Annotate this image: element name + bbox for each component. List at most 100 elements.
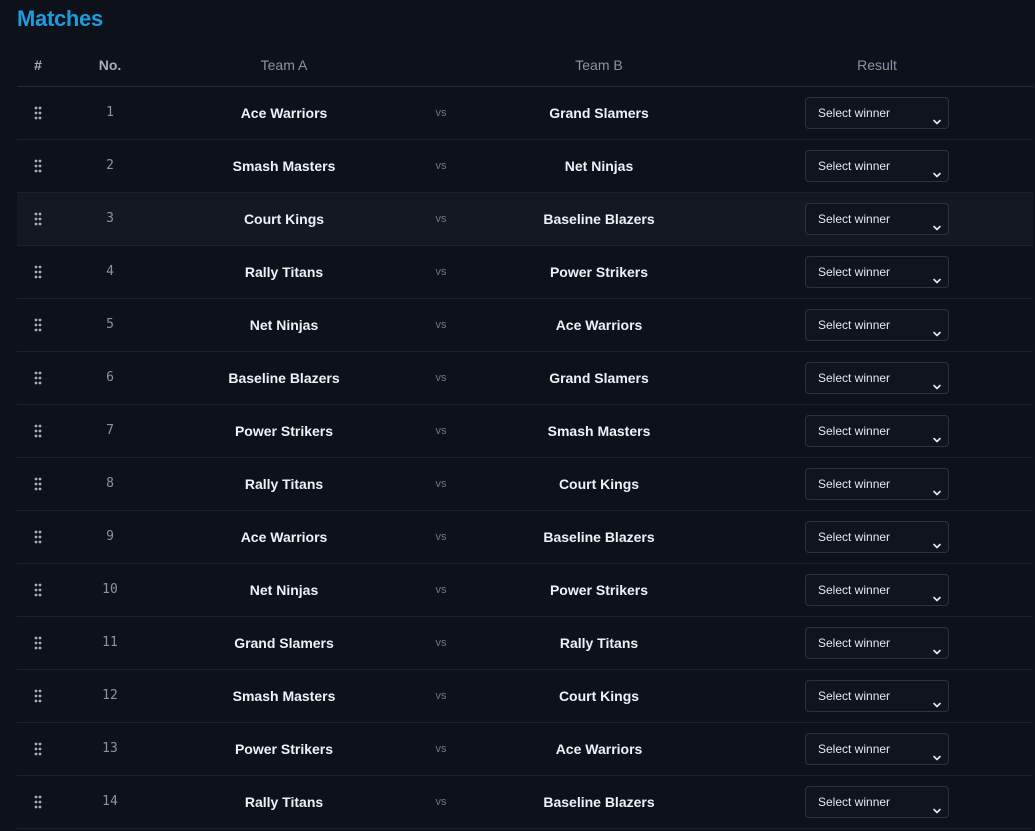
vs-label: vs — [435, 637, 447, 649]
team-a-name: Smash Masters — [232, 158, 336, 174]
drag-handle-icon[interactable] — [17, 617, 59, 669]
vs-label: vs — [435, 372, 447, 384]
drag-handle-icon[interactable] — [17, 87, 59, 139]
vs-label: vs — [435, 478, 447, 490]
table-row: 7 Power Strikers vs Smash Masters Select win… — [17, 405, 1033, 458]
team-a-name: Grand Slamers — [234, 635, 334, 651]
winner-select[interactable]: Select winner — [805, 97, 949, 129]
team-b-name: Net Ninjas — [564, 158, 634, 174]
table-row: 4 Rally Titans vs Power Strikers Select winn… — [17, 246, 1033, 299]
winner-select[interactable]: Select winner — [805, 150, 949, 182]
match-number: 8 — [106, 476, 114, 491]
team-b-name: Baseline Blazers — [543, 529, 655, 545]
winner-select[interactable]: Select winner — [805, 415, 949, 447]
drag-handle-icon[interactable] — [17, 405, 59, 457]
chevron-down-icon — [932, 532, 942, 549]
winner-select[interactable]: Select winner — [805, 574, 949, 606]
winner-select[interactable]: Select winner — [805, 521, 949, 553]
winner-select-value: Select winner — [818, 371, 891, 385]
drag-handle-icon[interactable] — [17, 564, 59, 616]
result-cell: Select winner — [805, 511, 949, 563]
winner-select-value: Select winner — [818, 742, 891, 756]
team-b-name: Power Strikers — [549, 264, 649, 280]
result-cell: Select winner — [805, 670, 949, 722]
drag-handle-icon[interactable] — [17, 246, 59, 298]
drag-handle-icon[interactable] — [17, 670, 59, 722]
drag-handle-icon[interactable] — [17, 511, 59, 563]
match-number: 3 — [106, 211, 114, 226]
winner-select[interactable]: Select winner — [805, 468, 949, 500]
winner-select[interactable]: Select winner — [805, 786, 949, 818]
vs-label: vs — [435, 425, 447, 437]
winner-select-value: Select winner — [818, 159, 891, 173]
result-cell: Select winner — [805, 246, 949, 298]
winner-select[interactable]: Select winner — [805, 733, 949, 765]
winner-select[interactable]: Select winner — [805, 309, 949, 341]
winner-select[interactable]: Select winner — [805, 362, 949, 394]
matches-page: Matches # No. Team A Team B Result 1 Ace … — [0, 0, 1035, 831]
chevron-down-icon — [932, 479, 942, 496]
chevron-down-icon — [932, 744, 942, 761]
result-cell: Select winner — [805, 564, 949, 616]
match-number: 14 — [102, 794, 118, 809]
chevron-down-icon — [932, 638, 942, 655]
winner-select-value: Select winner — [818, 106, 891, 120]
result-cell: Select winner — [805, 617, 949, 669]
team-b-name: Grand Slamers — [549, 105, 649, 121]
winner-select[interactable]: Select winner — [805, 680, 949, 712]
team-a-name: Power Strikers — [234, 741, 334, 757]
chevron-down-icon — [932, 691, 942, 708]
winner-select[interactable]: Select winner — [805, 627, 949, 659]
table-row: 10 Net Ninjas vs Power Strikers Select winne… — [17, 564, 1033, 617]
team-b-name: Court Kings — [558, 476, 640, 492]
drag-handle-icon[interactable] — [17, 458, 59, 510]
vs-label: vs — [435, 531, 447, 543]
winner-select-value: Select winner — [818, 530, 891, 544]
vs-label: vs — [435, 319, 447, 331]
team-b-name: Rally Titans — [559, 635, 639, 651]
header-number: No. — [98, 57, 122, 73]
drag-handle-icon[interactable] — [17, 140, 59, 192]
table-row: 14 Rally Titans vs Baseline Blazers Select w… — [17, 776, 1033, 829]
match-number: 6 — [106, 370, 114, 385]
chevron-down-icon — [932, 214, 942, 231]
vs-label: vs — [435, 213, 447, 225]
drag-handle-icon[interactable] — [17, 193, 59, 245]
winner-select-value: Select winner — [818, 795, 891, 809]
result-cell: Select winner — [805, 352, 949, 404]
header-team-a: Team A — [260, 57, 308, 73]
table-header: # No. Team A Team B Result — [17, 44, 1033, 87]
team-b-name: Court Kings — [558, 688, 640, 704]
result-cell: Select winner — [805, 458, 949, 510]
vs-label: vs — [435, 266, 447, 278]
drag-handle-icon[interactable] — [17, 723, 59, 775]
team-b-name: Smash Masters — [547, 423, 651, 439]
winner-select[interactable]: Select winner — [805, 256, 949, 288]
team-b-name: Power Strikers — [549, 582, 649, 598]
drag-handle-icon[interactable] — [17, 299, 59, 351]
page-title: Matches — [17, 6, 103, 31]
team-a-name: Net Ninjas — [249, 582, 319, 598]
vs-label: vs — [435, 690, 447, 702]
team-b-name: Baseline Blazers — [543, 794, 655, 810]
drag-handle-icon[interactable] — [17, 776, 59, 828]
winner-select-value: Select winner — [818, 636, 891, 650]
chevron-down-icon — [932, 797, 942, 814]
team-a-name: Power Strikers — [234, 423, 334, 439]
table-row: 1 Ace Warriors vs Grand Slamers Select winne… — [17, 87, 1033, 140]
chevron-down-icon — [932, 320, 942, 337]
vs-label: vs — [435, 743, 447, 755]
match-number: 11 — [102, 635, 118, 650]
match-number: 12 — [102, 688, 118, 703]
result-cell: Select winner — [805, 87, 949, 139]
result-cell: Select winner — [805, 140, 949, 192]
result-cell: Select winner — [805, 299, 949, 351]
winner-select-value: Select winner — [818, 265, 891, 279]
winner-select[interactable]: Select winner — [805, 203, 949, 235]
vs-label: vs — [435, 107, 447, 119]
winner-select-value: Select winner — [818, 477, 891, 491]
team-a-name: Ace Warriors — [240, 529, 328, 545]
drag-handle-icon[interactable] — [17, 352, 59, 404]
chevron-down-icon — [932, 426, 942, 443]
header-drag: # — [34, 57, 42, 73]
